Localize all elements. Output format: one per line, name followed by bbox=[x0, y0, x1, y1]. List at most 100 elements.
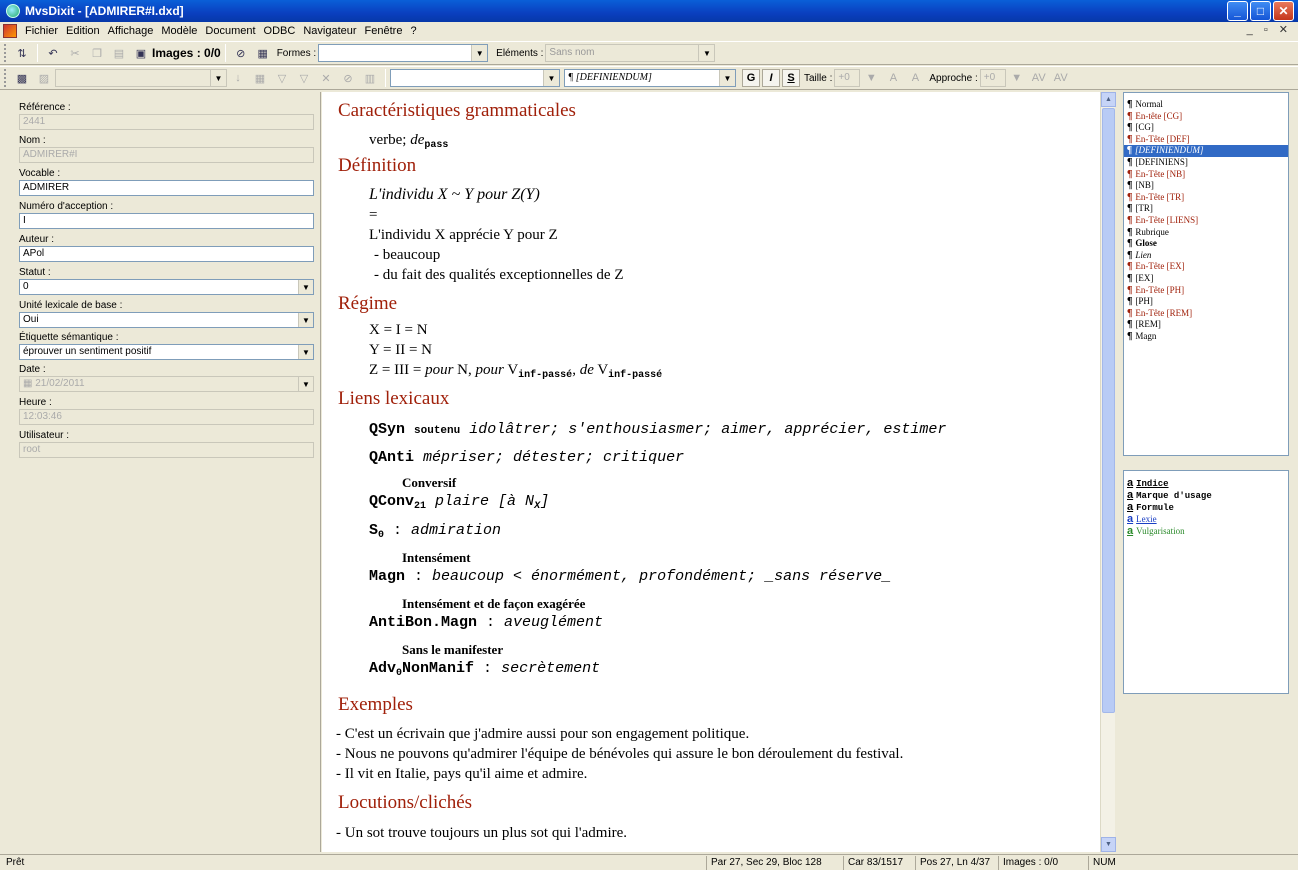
scroll-up-icon[interactable]: ▲ bbox=[1101, 92, 1116, 107]
filter2-icon[interactable]: ▽ bbox=[294, 69, 314, 87]
lexical-function-magn: Magn : beaucoup < énormément, profondéme… bbox=[369, 568, 892, 585]
char-style-item[interactable]: a Formule bbox=[1124, 501, 1288, 513]
document-icon[interactable] bbox=[3, 24, 17, 38]
chevron-down-icon[interactable]: ▼ bbox=[1007, 69, 1027, 87]
pilcrow-icon: ¶ bbox=[1127, 180, 1133, 192]
style-item[interactable]: ¶ [EX] bbox=[1124, 273, 1288, 285]
filter-icon[interactable]: ▽ bbox=[272, 69, 292, 87]
char-style-item[interactable]: a Vulgarisation bbox=[1124, 525, 1288, 537]
menu-help[interactable]: ? bbox=[406, 25, 420, 37]
form-icon[interactable]: ▦ bbox=[253, 44, 273, 62]
taille-spinner[interactable]: +0 bbox=[834, 69, 861, 87]
menu-odbc[interactable]: ODBC bbox=[260, 25, 300, 37]
toolbar-main: ⇅ ↶ ✂ ❐ ▤ ▣ Images : 0/0 ⊘ ▦ Formes : ▼ … bbox=[0, 41, 1298, 65]
style-item[interactable]: ¶ Magn bbox=[1124, 331, 1288, 343]
char-style-item[interactable]: a Marque d'usage bbox=[1124, 489, 1288, 501]
style-item[interactable]: ¶ En-Tête [NB] bbox=[1124, 169, 1288, 181]
font-grow-icon[interactable]: A bbox=[883, 69, 903, 87]
scroll-down-icon[interactable]: ▼ bbox=[1101, 837, 1116, 852]
date-picker[interactable]: ▦ 21/02/2011 ▼ bbox=[19, 376, 314, 392]
style-item[interactable]: ¶ [PH] bbox=[1124, 296, 1288, 308]
underline-button[interactable]: S bbox=[782, 69, 800, 87]
style-item[interactable]: ¶ Glose bbox=[1124, 238, 1288, 250]
entry-select[interactable]: ▼ bbox=[55, 69, 227, 87]
grid-icon[interactable]: ▦ bbox=[250, 69, 270, 87]
scroll-thumb[interactable] bbox=[1102, 108, 1115, 713]
copy-icon[interactable]: ❐ bbox=[87, 44, 107, 62]
auteur-input[interactable]: APol bbox=[19, 246, 314, 262]
document-scrollbar[interactable]: ▲ ▼ bbox=[1100, 92, 1116, 852]
bold-button[interactable]: G bbox=[742, 69, 760, 87]
entry-icon[interactable]: ▩ bbox=[12, 69, 32, 87]
heure-input[interactable]: 12:03:46 bbox=[19, 409, 314, 425]
font-select[interactable]: ▼ bbox=[390, 69, 560, 87]
document-editor[interactable]: Caractéristiques grammaticales verbe; de… bbox=[322, 92, 1100, 852]
sort-az-icon[interactable]: ↓ bbox=[228, 69, 248, 87]
paste-icon[interactable]: ▤ bbox=[109, 44, 129, 62]
style-select[interactable]: ¶ [DEFINIENDUM] ▼ bbox=[564, 69, 736, 87]
style-item[interactable]: ¶ [TR] bbox=[1124, 203, 1288, 215]
status-images: Images : 0/0 bbox=[998, 856, 1062, 870]
char-style-item[interactable]: a Indice bbox=[1124, 477, 1288, 489]
formes-select[interactable]: ▼ bbox=[318, 44, 489, 62]
filter3-icon[interactable]: ✕ bbox=[316, 69, 336, 87]
style-item[interactable]: ¶ En-Tête [EX] bbox=[1124, 261, 1288, 273]
pilcrow-icon: ¶ bbox=[1127, 191, 1133, 203]
menu-fichier[interactable]: Fichier bbox=[21, 25, 62, 37]
minimize-button[interactable]: _ bbox=[1227, 1, 1248, 21]
style-item[interactable]: ¶ En-Tête [LIENS] bbox=[1124, 215, 1288, 227]
style-item[interactable]: ¶ [DEFINIENDUM] bbox=[1124, 145, 1288, 157]
table-icon[interactable]: ▥ bbox=[360, 69, 380, 87]
menu-edition[interactable]: Edition bbox=[62, 25, 104, 37]
style-item[interactable]: ¶ En-Tête [REM] bbox=[1124, 308, 1288, 320]
entry2-icon[interactable]: ▨ bbox=[34, 69, 54, 87]
pilcrow-icon: ¶ bbox=[1127, 214, 1133, 226]
link-icon[interactable]: ⊘ bbox=[231, 44, 251, 62]
style-item[interactable]: ¶ En-Tête [PH] bbox=[1124, 285, 1288, 297]
style-item[interactable]: ¶ Rubrique bbox=[1124, 227, 1288, 239]
char-style-item[interactable]: a Lexie bbox=[1124, 513, 1288, 525]
etiquette-select[interactable]: éprouver un sentiment positif ▼ bbox=[19, 344, 314, 360]
menu-fenetre[interactable]: Fenêtre bbox=[361, 25, 407, 37]
style-item[interactable]: ¶ [CG] bbox=[1124, 122, 1288, 134]
style-item[interactable]: ¶ Lien bbox=[1124, 250, 1288, 262]
style-item[interactable]: ¶ [REM] bbox=[1124, 319, 1288, 331]
elements-select[interactable]: Sans nom ▼ bbox=[545, 44, 716, 62]
images-icon[interactable]: ▣ bbox=[131, 44, 151, 62]
toolbar-grip[interactable] bbox=[4, 44, 8, 62]
style-item[interactable]: ¶ En-tête [CG] bbox=[1124, 111, 1288, 123]
char-style-label: Lexie bbox=[1136, 514, 1157, 524]
menu-modele[interactable]: Modèle bbox=[157, 25, 201, 37]
sort-icon[interactable]: ⇅ bbox=[12, 44, 32, 62]
menu-navigateur[interactable]: Navigateur bbox=[299, 25, 360, 37]
maximize-button[interactable]: □ bbox=[1250, 1, 1271, 21]
lexical-function-qconv: QConv21 plaire [à NX] bbox=[369, 493, 550, 512]
filter4-icon[interactable]: ⊘ bbox=[338, 69, 358, 87]
style-item[interactable]: ¶ En-Tête [DEF] bbox=[1124, 134, 1288, 146]
reference-input[interactable]: 2441 bbox=[19, 114, 314, 130]
font-shrink-icon[interactable]: A bbox=[905, 69, 925, 87]
toolbar-grip[interactable] bbox=[4, 69, 8, 87]
mdi-window-controls[interactable]: _ ▫ ✕ bbox=[1247, 23, 1292, 36]
menu-document[interactable]: Document bbox=[201, 25, 259, 37]
vocable-input[interactable]: ADMIRER bbox=[19, 180, 314, 196]
undo-icon[interactable]: ↶ bbox=[43, 44, 63, 62]
menu-affichage[interactable]: Affichage bbox=[104, 25, 158, 37]
style-item[interactable]: ¶ En-Tête [TR] bbox=[1124, 192, 1288, 204]
style-item[interactable]: ¶ Normal bbox=[1124, 99, 1288, 111]
style-item[interactable]: ¶ [DEFINIENS] bbox=[1124, 157, 1288, 169]
numero-input[interactable]: I bbox=[19, 213, 314, 229]
statut-select[interactable]: 0 ▼ bbox=[19, 279, 314, 295]
close-button[interactable]: ✕ bbox=[1273, 1, 1294, 21]
spacing-expand-icon[interactable]: AV bbox=[1029, 69, 1049, 87]
utilisateur-input[interactable]: root bbox=[19, 442, 314, 458]
nom-input[interactable]: ADMIRER#I bbox=[19, 147, 314, 163]
approche-spinner[interactable]: +0 bbox=[979, 69, 1006, 87]
chevron-down-icon[interactable]: ▼ bbox=[861, 69, 881, 87]
style-item[interactable]: ¶ [NB] bbox=[1124, 180, 1288, 192]
spacing-condense-icon[interactable]: AV bbox=[1051, 69, 1071, 87]
unite-select[interactable]: Oui ▼ bbox=[19, 312, 314, 328]
style-label: En-Tête [EX] bbox=[1135, 261, 1185, 272]
italic-button[interactable]: I bbox=[762, 69, 780, 87]
cut-icon[interactable]: ✂ bbox=[65, 44, 85, 62]
